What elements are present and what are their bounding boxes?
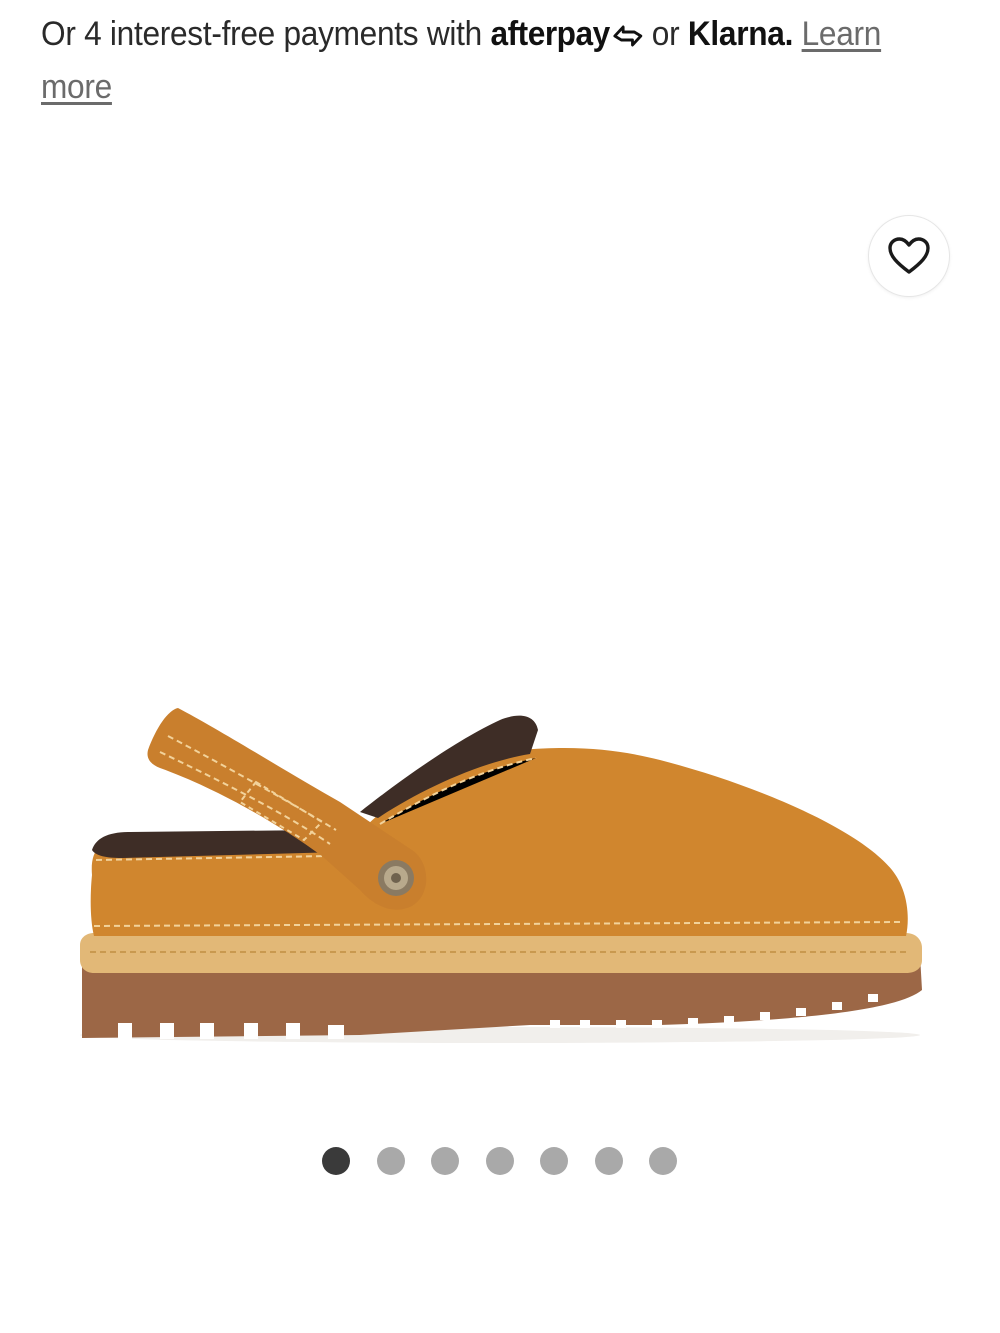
carousel-dot[interactable] [540, 1147, 568, 1175]
heart-icon [888, 237, 930, 274]
carousel-dot[interactable] [649, 1147, 677, 1175]
payment-connector: or [651, 15, 680, 53]
payment-prefix: Or 4 interest-free payments with [41, 15, 482, 53]
afterpay-arrows-icon [613, 25, 642, 47]
carousel-dot[interactable] [322, 1147, 350, 1175]
wishlist-button[interactable] [868, 215, 950, 297]
payment-options-text: Or 4 interest-free payments with afterpa… [41, 8, 897, 114]
carousel-dots [322, 1147, 677, 1175]
klarna-logo: Klarna. [687, 15, 794, 53]
carousel-dot[interactable] [376, 1147, 405, 1175]
afterpay-logo-text: afterpay [490, 15, 610, 53]
product-image [80, 708, 922, 1043]
carousel-dot[interactable] [485, 1147, 514, 1175]
carousel-dot[interactable] [594, 1147, 623, 1175]
carousel-dot[interactable] [431, 1147, 459, 1175]
afterpay-logo: afterpay [490, 15, 643, 53]
